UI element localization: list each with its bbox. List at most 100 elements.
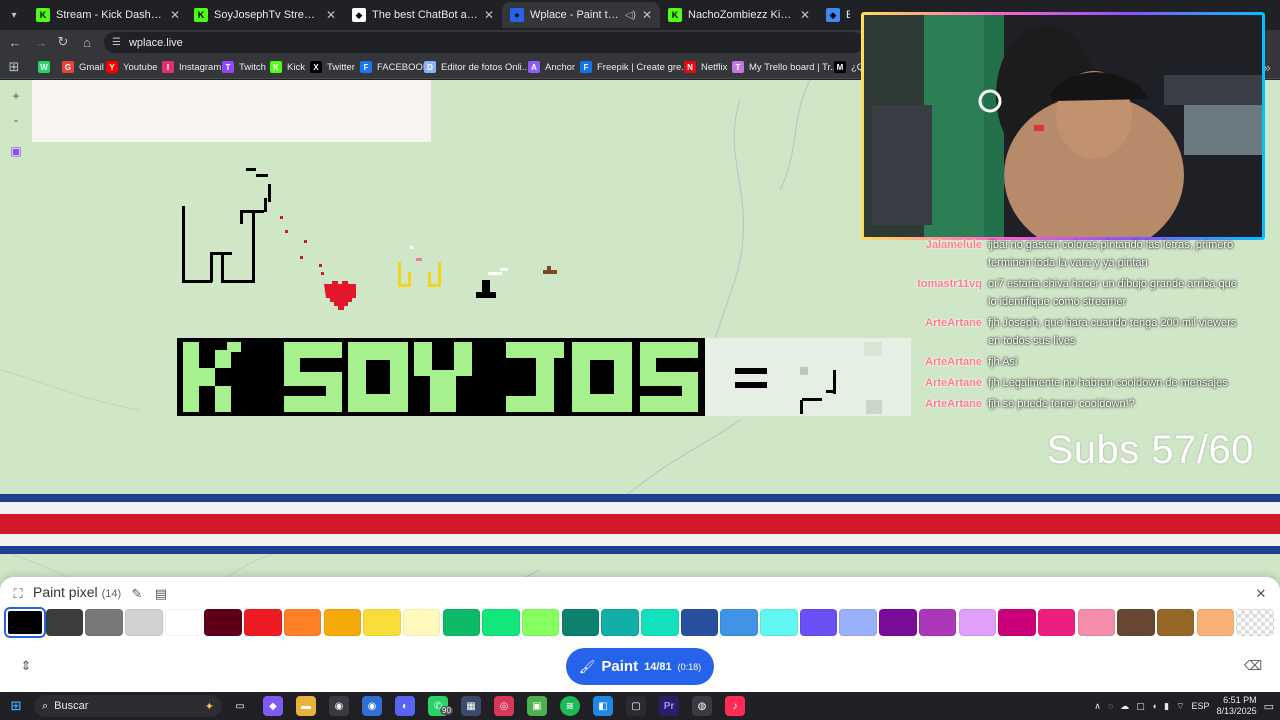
copilot-icon[interactable]: ◆ (263, 696, 283, 716)
color-swatch[interactable] (680, 609, 719, 636)
save-icon[interactable]: ▤ (152, 585, 170, 603)
minecraft-icon[interactable]: ▣ (527, 696, 547, 716)
notification-icon[interactable]: ▭ (1264, 700, 1274, 713)
color-swatch[interactable] (839, 609, 877, 636)
color-swatch[interactable] (561, 609, 600, 636)
reload-icon[interactable]: ↻ (54, 33, 72, 51)
home-icon[interactable]: ⌂ (78, 33, 96, 51)
color-swatch[interactable] (1077, 609, 1116, 636)
twitch-icon[interactable]: ▣ (7, 142, 25, 160)
apps-icon[interactable]: ⊞ (5, 58, 23, 76)
chrome-profile-icon[interactable]: ◉ (362, 696, 382, 716)
browser-tab[interactable]: K SoyJosephTv Stream - Watch Li ✕ (186, 2, 344, 28)
zoom-in-button[interactable]: + (8, 88, 24, 104)
browser-tab[interactable]: ◆ Editor (818, 2, 858, 28)
pencil-icon[interactable]: ✎ (128, 585, 146, 603)
bookmark-item[interactable]: N Netflix (684, 59, 727, 75)
obs-icon[interactable]: ◍ (692, 696, 712, 716)
color-swatch[interactable] (363, 609, 401, 636)
bookmark-item[interactable]: W (38, 59, 50, 75)
wifi-icon[interactable]: ⌔ (1176, 701, 1184, 712)
app-tray-icon[interactable]: ▢ (1136, 701, 1145, 712)
store-icon[interactable]: ◧ (593, 696, 613, 716)
zoom-out-button[interactable]: - (8, 112, 24, 128)
forward-icon[interactable]: → (32, 33, 50, 51)
browser-tab[interactable]: K NachoZombiezz Kick Font by N ✕ (660, 2, 818, 28)
color-swatch[interactable] (125, 609, 163, 636)
color-swatch[interactable] (482, 609, 520, 636)
tiktok-icon[interactable]: ♪ (725, 696, 745, 716)
color-swatch[interactable] (244, 609, 282, 636)
color-swatch[interactable] (85, 609, 123, 636)
expand-icon[interactable]: ⛶ (9, 585, 27, 603)
close-tab-icon[interactable]: ✕ (642, 8, 652, 22)
color-swatch[interactable] (918, 609, 957, 636)
color-swatch[interactable] (1037, 609, 1076, 636)
chevron-up-icon[interactable]: ∧ (1094, 701, 1101, 712)
color-swatch[interactable] (402, 609, 441, 636)
start-icon[interactable]: ⊞ (6, 696, 26, 716)
bookmark-item[interactable]: T Twitch (222, 59, 266, 75)
premiere-icon[interactable]: Pr (659, 696, 679, 716)
toggle-panel-icon[interactable]: ⇕ (17, 657, 35, 675)
discord-icon[interactable]: ◐ (395, 696, 415, 716)
clock[interactable]: 6:51 PM 8/13/2025 (1217, 695, 1257, 717)
close-tab-icon[interactable]: ✕ (170, 8, 180, 22)
tab-search-button[interactable]: ▾ (4, 5, 24, 25)
cloud-icon[interactable]: ☁ (1120, 701, 1129, 712)
speaker-icon[interactable]: ◖ (1152, 701, 1157, 711)
taskbar-search[interactable]: ⌕ Buscar ✦ (34, 695, 222, 717)
color-swatch[interactable] (998, 609, 1036, 636)
spotify-icon[interactable]: ≋ (560, 696, 580, 716)
browser-tab[interactable]: ◆ The best ChatBot and Widgets ✕ (344, 2, 502, 28)
close-tab-icon[interactable]: ✕ (326, 8, 336, 22)
color-swatch[interactable] (45, 609, 84, 636)
color-swatch[interactable] (879, 609, 917, 636)
color-swatch[interactable] (442, 609, 481, 636)
browser-tab[interactable]: K Stream - Kick Dashboard ✕ (28, 2, 188, 28)
color-swatch[interactable] (720, 609, 758, 636)
bookmark-item[interactable]: A Anchor (528, 59, 575, 75)
close-tab-icon[interactable]: ✕ (484, 8, 494, 22)
chrome-icon[interactable]: ◉ (329, 696, 349, 716)
color-swatch[interactable] (799, 609, 838, 636)
eraser-icon[interactable]: ⌫ (1244, 657, 1262, 675)
color-swatch[interactable] (164, 609, 203, 636)
site-info-icon[interactable]: ☰ (112, 37, 121, 48)
color-swatch[interactable] (958, 609, 996, 636)
color-swatch[interactable] (283, 609, 322, 636)
color-swatch[interactable] (1156, 609, 1195, 636)
color-swatch[interactable] (323, 609, 361, 636)
bookmark-item[interactable]: K Kick (270, 59, 305, 75)
speaker-icon[interactable]: ◁) (625, 10, 636, 21)
paint-button[interactable]: 🖌 Paint 14/81 (0:18) (566, 648, 714, 685)
bookmark-item[interactable]: Y Youtube (106, 59, 158, 75)
back-icon[interactable]: ← (6, 33, 24, 51)
color-swatch[interactable] (760, 609, 798, 636)
app-icon[interactable]: ◎ (494, 696, 514, 716)
color-swatch[interactable] (1117, 609, 1155, 636)
bookmark-item[interactable]: G Gmail (62, 59, 104, 75)
transparent-swatch[interactable] (1236, 609, 1274, 636)
color-swatch[interactable] (601, 609, 639, 636)
bookmark-item[interactable]: F FACEBOOK (360, 59, 429, 75)
color-swatch[interactable] (204, 609, 242, 636)
network-icon[interactable]: ◌ (1108, 701, 1113, 711)
browser-tab[interactable]: ● Wplace - Paint the world ◁) ✕ (502, 2, 660, 28)
bookmark-item[interactable]: T My Trello board | Tr... (732, 59, 838, 75)
color-swatch[interactable] (4, 607, 46, 638)
color-swatch[interactable] (521, 609, 560, 636)
mic-icon[interactable]: ▮ (1164, 701, 1169, 712)
task-view-icon[interactable]: ▭ (230, 696, 250, 716)
bookmark-item[interactable]: D Editor de fotos Onli... (424, 59, 530, 75)
color-swatch[interactable] (1196, 609, 1235, 636)
address-bar[interactable]: ☰ wplace.live (104, 32, 864, 53)
bookmark-item[interactable]: I Instagram (162, 59, 221, 75)
close-icon[interactable]: ✕ (1252, 585, 1270, 603)
bookmark-item[interactable]: F Freepik | Create gre... (580, 59, 689, 75)
close-tab-icon[interactable]: ✕ (800, 8, 810, 22)
bookmark-item[interactable]: X Twitter (310, 59, 355, 75)
calendar-icon[interactable]: ▦ (461, 696, 481, 716)
language-label[interactable]: ESP (1192, 701, 1210, 711)
color-swatch[interactable] (641, 609, 679, 636)
